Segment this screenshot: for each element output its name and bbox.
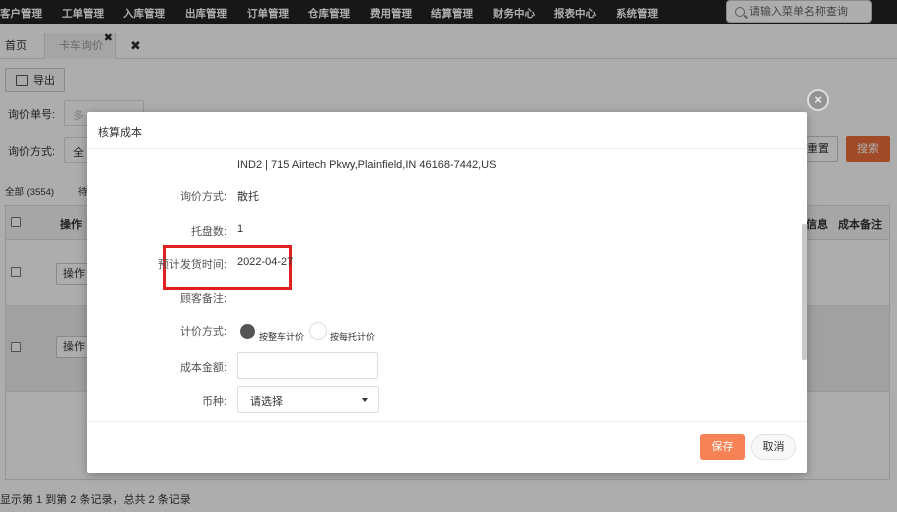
tab-truck-inquiry-label: 卡车询价 bbox=[59, 40, 103, 52]
close-tab-icon[interactable]: ✖ bbox=[104, 25, 113, 51]
top-nav: 客户管理 工单管理 入库管理 出库管理 订单管理 仓库管理 费用管理 结算管理 … bbox=[0, 0, 897, 24]
ship-date-value: 2022-04-27 bbox=[237, 256, 294, 268]
pricing-method-label: 计价方式: bbox=[179, 326, 227, 338]
nav-item-settlement[interactable]: 结算管理 bbox=[431, 6, 473, 21]
modal-body: IND2 | 715 Airtech Pkwy,Plainfield,IN 46… bbox=[87, 149, 807, 421]
inquiry-method-value: 散托 bbox=[237, 191, 259, 203]
nav-item-finance[interactable]: 财务中心 bbox=[493, 6, 535, 21]
menu-search-input[interactable] bbox=[749, 5, 869, 18]
pallet-count-value: 1 bbox=[237, 223, 244, 235]
customer-note-label: 顾客备注: bbox=[179, 293, 227, 305]
menu-search[interactable] bbox=[726, 0, 872, 23]
nav-item-outbound[interactable]: 出库管理 bbox=[185, 6, 227, 21]
nav-item-orders[interactable]: 订单管理 bbox=[247, 6, 289, 21]
modal-footer: 保存 取消 bbox=[87, 421, 807, 473]
radio-full-truck-label[interactable]: 按整车计价 bbox=[259, 330, 304, 343]
search-icon bbox=[735, 6, 745, 17]
currency-select[interactable]: 请选择 bbox=[237, 386, 379, 413]
nav-item-system[interactable]: 系统管理 bbox=[616, 6, 658, 21]
cost-accounting-modal: 核算成本 IND2 | 715 Airtech Pkwy,Plainfield,… bbox=[87, 112, 807, 473]
modal-scrollbar[interactable] bbox=[802, 224, 807, 360]
nav-item-warehouse[interactable]: 仓库管理 bbox=[308, 6, 350, 21]
radio-per-pallet[interactable] bbox=[309, 322, 327, 340]
save-button[interactable]: 保存 bbox=[700, 434, 745, 460]
cost-amount-label: 成本金额: bbox=[179, 362, 227, 374]
tab-truck-inquiry[interactable]: 卡车询价 ✖ bbox=[44, 32, 116, 59]
cancel-button[interactable]: 取消 bbox=[751, 434, 796, 460]
ship-date-label: 预计发货时间: bbox=[157, 259, 227, 271]
chevron-down-icon bbox=[362, 398, 368, 402]
radio-full-truck[interactable] bbox=[240, 324, 255, 339]
close-all-tabs-icon[interactable]: ✖ bbox=[130, 33, 141, 59]
nav-item-reports[interactable]: 报表中心 bbox=[554, 6, 596, 21]
currency-label: 币种: bbox=[201, 396, 227, 408]
tab-bar: 首页 卡车询价 ✖ ✖ bbox=[0, 32, 897, 59]
modal-title: 核算成本 bbox=[87, 112, 807, 149]
nav-item-workorder[interactable]: 工单管理 bbox=[62, 6, 104, 21]
nav-item-fees[interactable]: 费用管理 bbox=[370, 6, 412, 21]
inquiry-method-label: 询价方式: bbox=[179, 191, 227, 203]
radio-per-pallet-label[interactable]: 按每托计价 bbox=[330, 330, 375, 343]
modal-close-icon[interactable]: × bbox=[807, 89, 829, 111]
tab-home[interactable]: 首页 bbox=[5, 33, 27, 59]
currency-selected: 请选择 bbox=[250, 396, 283, 408]
pallet-count-label: 托盘数: bbox=[190, 226, 227, 238]
nav-item-inbound[interactable]: 入库管理 bbox=[123, 6, 165, 21]
cost-amount-input[interactable] bbox=[237, 352, 378, 379]
warehouse-address: IND2 | 715 Airtech Pkwy,Plainfield,IN 46… bbox=[237, 159, 497, 171]
nav-item-customer[interactable]: 客户管理 bbox=[0, 6, 42, 21]
